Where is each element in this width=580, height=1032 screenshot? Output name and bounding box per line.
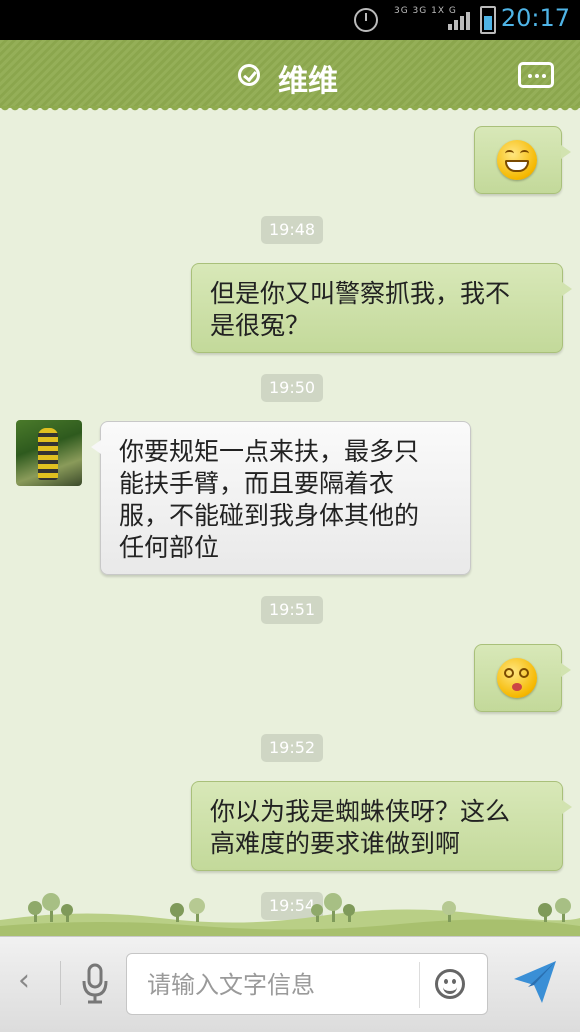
- divider: [60, 961, 61, 1005]
- message-input[interactable]: [145, 966, 419, 1004]
- grinning-face-emoji: [497, 140, 537, 180]
- timestamp: 19:48: [261, 216, 324, 244]
- more-options-icon[interactable]: [518, 62, 554, 88]
- message-bubble-emoji-2[interactable]: [474, 644, 571, 712]
- message-line: 是很冤？: [210, 311, 311, 340]
- message-line: 但是你又叫警察抓我，我不: [210, 279, 511, 308]
- message-input-field[interactable]: [126, 953, 488, 1015]
- status-time: 20:17: [500, 4, 570, 32]
- landscape-decoration: [0, 893, 580, 936]
- dizzy-face-emoji: [497, 658, 537, 698]
- message-line: 能扶手臂，而且要隔着衣: [119, 469, 395, 498]
- message-line: 服，不能碰到我身体其他的: [119, 501, 420, 530]
- message-line: 你以为我是蜘蛛侠呀？这么: [210, 797, 511, 826]
- message-bubble-incoming[interactable]: 你要规矩一点来扶，最多只 能扶手臂，而且要隔着衣 服，不能碰到我身体其他的 任何…: [91, 421, 471, 575]
- check-circle-icon: [238, 64, 260, 86]
- send-icon[interactable]: [512, 959, 558, 1005]
- message-bubble-emoji-1[interactable]: [474, 126, 571, 194]
- timestamp: 19:52: [261, 734, 324, 762]
- microphone-icon[interactable]: [80, 961, 110, 1005]
- signal-icon: [448, 10, 470, 30]
- divider: [419, 962, 420, 1008]
- chat-header: 维维: [0, 40, 580, 114]
- message-bubble-outgoing[interactable]: 但是你又叫警察抓我，我不 是很冤？: [191, 263, 572, 353]
- header-scallop-border: [0, 106, 580, 114]
- contact-avatar[interactable]: [16, 420, 82, 486]
- status-bar: 3G 3G 1X G 20:17: [0, 0, 580, 40]
- emoji-smile-icon[interactable]: [435, 969, 465, 999]
- message-bubble-outgoing[interactable]: 你以为我是蜘蛛侠呀？这么 高难度的要求谁做到啊: [191, 781, 572, 871]
- input-bar: ‹: [0, 936, 580, 1032]
- battery-icon: [480, 6, 496, 34]
- message-line: 你要规矩一点来扶，最多只: [119, 437, 420, 466]
- contact-name: 维维: [278, 64, 338, 99]
- alarm-clock-icon: [354, 8, 378, 32]
- message-line: 高难度的要求谁做到啊: [210, 829, 461, 858]
- timestamp: 19:50: [261, 374, 324, 402]
- timestamp: 19:51: [261, 596, 324, 624]
- back-arrow-icon[interactable]: ‹: [18, 963, 30, 998]
- message-line: 任何部位: [119, 533, 220, 562]
